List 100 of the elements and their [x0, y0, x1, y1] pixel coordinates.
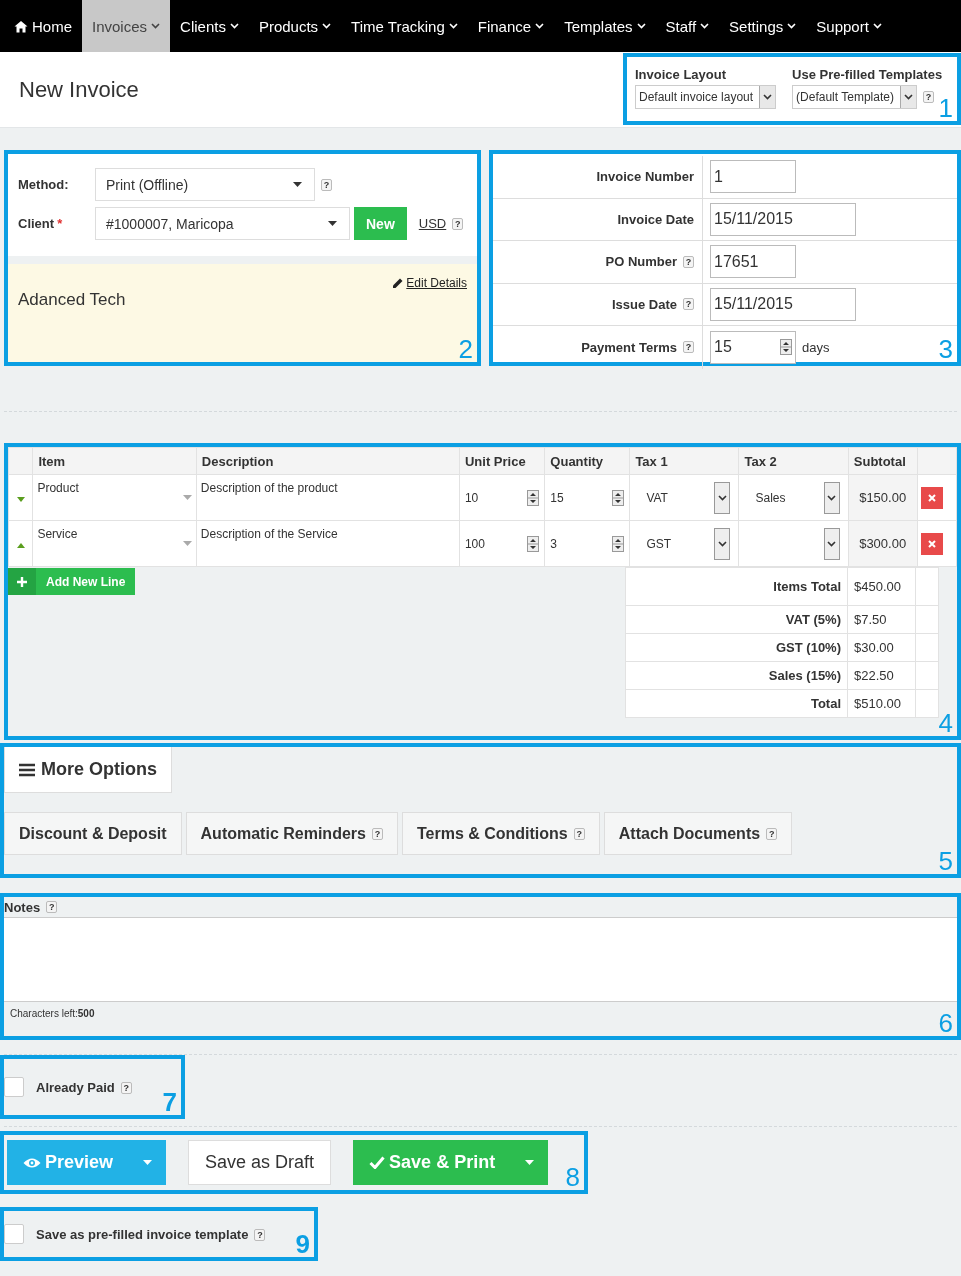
nav-menu-item[interactable]: Settings [719, 0, 807, 52]
input-field[interactable]: 15/11/2015 [710, 202, 856, 236]
help-button[interactable]: ? [46, 901, 58, 913]
currency-link[interactable]: USD [418, 216, 447, 231]
caret-up-icon[interactable] [16, 542, 25, 548]
chevron-down-icon [636, 23, 646, 29]
notes-label: Notes [4, 899, 41, 915]
caret-down-icon [182, 495, 192, 500]
total-value: $510.00 [847, 689, 916, 718]
column-header: Item [32, 447, 197, 475]
total-value: $22.50 [847, 661, 916, 690]
help-button[interactable]: ? [573, 827, 585, 840]
input-field[interactable]: 15 [710, 330, 796, 364]
checkbox[interactable] [4, 1077, 24, 1097]
option-tab[interactable]: Discount & Deposit [4, 812, 182, 855]
nav-menu-item[interactable]: Invoices [82, 0, 171, 52]
quantity-field[interactable]: 3 [545, 521, 630, 566]
dropdown-field[interactable]: (Default Template) [792, 85, 917, 109]
caret-down-icon [525, 1160, 535, 1165]
caret-down-icon [293, 182, 302, 187]
unit-price-field[interactable]: 100 [459, 521, 545, 566]
unit-label: days [802, 339, 830, 355]
field-label: Client * [18, 216, 64, 231]
quantity-field[interactable]: 15 [545, 475, 630, 520]
chevron-down-icon [787, 23, 797, 29]
help-button[interactable]: ? [683, 298, 694, 311]
input-field[interactable]: 1 [710, 160, 796, 194]
notes-field[interactable] [4, 918, 957, 1002]
total-label: VAT (5%) [625, 605, 848, 634]
option-tab[interactable]: Terms & Conditions ? [401, 812, 600, 855]
help-button[interactable]: ? [120, 1082, 132, 1095]
help-button[interactable]: ? [371, 827, 383, 840]
dropdown-field[interactable]: #1000007, Maricopa [95, 207, 350, 240]
chevron-down-icon [229, 23, 239, 29]
nav-menu-item[interactable]: Home [4, 0, 82, 52]
dropdown-toggle-button[interactable] [511, 1140, 549, 1185]
tax-select-field[interactable]: VAT [630, 475, 739, 520]
chevron-down-icon [827, 540, 837, 547]
callout-number: 1 [938, 93, 953, 123]
callout-number: 7 [162, 1087, 177, 1117]
help-button[interactable]: ? [683, 255, 694, 268]
page-title: New Invoice [19, 76, 139, 103]
field-label: Use Pre-filled Templates [792, 67, 943, 82]
checkbox-label: Save as pre-filled invoice template [36, 1226, 249, 1242]
delete-button[interactable] [920, 532, 943, 555]
spinner-arrows-icon [780, 339, 792, 356]
spinner-arrows-icon [612, 535, 625, 552]
total-value: $7.50 [847, 605, 916, 634]
nav-menu-item[interactable]: Staff [655, 0, 720, 52]
caret-down-icon [182, 541, 192, 546]
close-icon [927, 539, 936, 548]
total-value: $30.00 [847, 633, 916, 662]
option-tab[interactable]: Attach Documents ? [603, 812, 793, 855]
help-button[interactable]: ? [766, 827, 778, 840]
tax-select-field[interactable]: Sales [739, 475, 848, 520]
spinner-arrows-icon [612, 489, 625, 506]
dropdown-field[interactable]: Default invoice layout [635, 85, 777, 109]
nav-menu-item[interactable]: Products [248, 0, 342, 52]
help-button[interactable]: ? [683, 341, 694, 354]
checkbox[interactable] [4, 1224, 24, 1244]
field-label: Payment Terms [581, 339, 677, 355]
plus-icon [17, 576, 27, 587]
column-header: Unit Price [459, 447, 545, 475]
chevron-down-icon [700, 23, 710, 29]
character-counter: Characters left:500 [10, 1008, 95, 1019]
nav-menu-item[interactable]: Support [806, 0, 892, 52]
field-label: Issue Date [611, 296, 677, 312]
item-select-field[interactable]: Service [33, 521, 196, 566]
input-field[interactable]: 15/11/2015 [710, 287, 856, 321]
description-field[interactable]: Description of the product [196, 475, 459, 520]
callout-number: 9 [295, 1229, 310, 1259]
delete-button[interactable] [920, 486, 943, 509]
save-draft-button[interactable]: Save as Draft [188, 1140, 332, 1185]
callout-number: 2 [458, 334, 473, 364]
nav-menu-item[interactable]: Time Tracking [341, 0, 468, 52]
chevron-down-icon [903, 94, 913, 100]
nav-menu-item[interactable]: Templates [554, 0, 656, 52]
help-button[interactable]: ? [452, 217, 464, 230]
help-button[interactable]: ? [321, 178, 332, 191]
caret-down-icon[interactable] [16, 496, 25, 502]
checkmark-icon [369, 1156, 386, 1169]
total-value: $450.00 [847, 567, 916, 606]
field-label: Invoice Date [617, 211, 694, 227]
dropdown-toggle-button[interactable] [129, 1140, 167, 1185]
option-tab[interactable]: Automatic Reminders ? [185, 812, 398, 855]
total-label: GST (10%) [625, 633, 848, 662]
edit-details-link[interactable]: Edit Details [392, 276, 467, 290]
description-field[interactable]: Description of the Service [196, 521, 459, 566]
unit-price-field[interactable]: 10 [459, 475, 545, 520]
item-select-field[interactable]: Product [33, 475, 196, 520]
input-field[interactable]: 17651 [710, 245, 796, 279]
help-button[interactable]: ? [922, 91, 934, 103]
more-options-button[interactable]: More Options [4, 747, 172, 793]
field-label: Invoice Layout [635, 67, 728, 82]
tax-select-field[interactable]: GST [630, 521, 739, 566]
dropdown-field[interactable]: Print (Offline) [95, 168, 315, 201]
nav-menu-item[interactable]: Clients [170, 0, 249, 52]
menu-icon [19, 762, 35, 777]
nav-menu-item[interactable]: Finance [467, 0, 555, 52]
help-button[interactable]: ? [254, 1229, 266, 1242]
